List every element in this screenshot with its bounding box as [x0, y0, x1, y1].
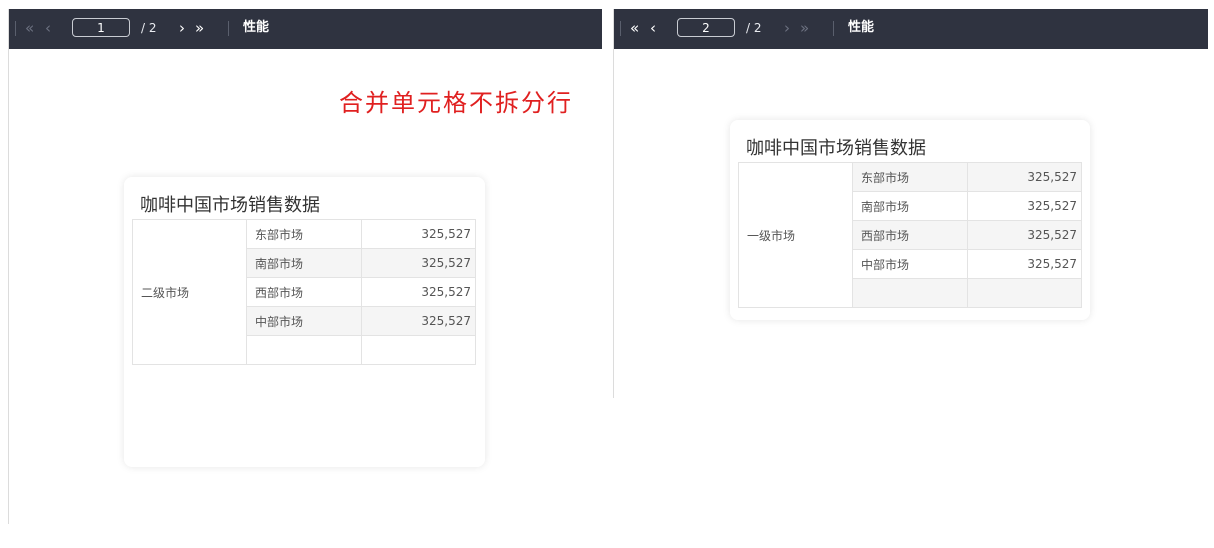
- value-cell: 325,527: [361, 277, 476, 307]
- merged-market-cell: 二级市场: [132, 219, 247, 365]
- value-cell: 325,527: [361, 248, 476, 278]
- toolbar-divider: [228, 21, 229, 36]
- last-page-icon[interactable]: »: [195, 18, 204, 38]
- first-page-icon[interactable]: «: [25, 18, 34, 38]
- page-number-input[interactable]: 2: [677, 18, 735, 37]
- region-cell: 中部市场: [246, 306, 362, 336]
- region-cell: 东部市场: [246, 219, 362, 249]
- page-total: / 2: [141, 21, 157, 35]
- next-page-icon[interactable]: ›: [784, 18, 790, 38]
- region-cell: 中部市场: [852, 249, 968, 279]
- region-cell: 南部市场: [852, 191, 968, 221]
- region-cell: 南部市场: [246, 248, 362, 278]
- prev-page-icon[interactable]: ‹: [650, 18, 656, 38]
- last-page-icon[interactable]: »: [800, 18, 809, 38]
- sales-table: 二级市场 东部市场 325,527 南部市场 325,527 西部市场 325,…: [132, 219, 476, 365]
- merged-cell-note: 合并单元格不拆分行: [339, 89, 573, 117]
- region-cell: 西部市场: [852, 220, 968, 250]
- merged-market-cell: 一级市场: [738, 162, 853, 308]
- value-cell: 325,527: [967, 191, 1082, 221]
- value-cell: [361, 335, 476, 365]
- value-cell: 325,527: [967, 249, 1082, 279]
- table-row: 二级市场 东部市场 325,527: [132, 219, 476, 365]
- sales-table: 一级市场 东部市场 325,527 南部市场 325,527 西部市场 325,…: [738, 162, 1082, 308]
- performance-button[interactable]: 性能: [848, 19, 874, 37]
- value-cell: 325,527: [361, 306, 476, 336]
- report-card: 咖啡中国市场销售数据 一级市场 东部市场 325,527 南部市场 325,52…: [730, 120, 1090, 320]
- pager-toolbar: « ‹ 2 / 2 › » 性能: [614, 9, 1208, 49]
- prev-page-icon[interactable]: ‹: [45, 18, 51, 38]
- table-row: 一级市场 东部市场 325,527: [738, 162, 1082, 308]
- toolbar-divider: [620, 21, 621, 36]
- region-cell: 西部市场: [246, 277, 362, 307]
- card-title: 咖啡中国市场销售数据: [140, 195, 320, 216]
- value-cell: [967, 278, 1082, 308]
- first-page-icon[interactable]: «: [630, 18, 639, 38]
- value-cell: 325,527: [967, 220, 1082, 250]
- region-cell: [246, 335, 362, 365]
- region-cell: 东部市场: [852, 162, 968, 192]
- toolbar-divider: [833, 21, 834, 36]
- page-panel-1: « ‹ 1 / 2 › » 性能 合并单元格不拆分行 咖啡中国市场销售数据 二级…: [8, 9, 602, 524]
- page-panel-2: « ‹ 2 / 2 › » 性能 咖啡中国市场销售数据 一级市场 东部市场 32…: [613, 9, 1208, 398]
- page-total: / 2: [746, 21, 762, 35]
- card-title: 咖啡中国市场销售数据: [746, 138, 926, 159]
- value-cell: 325,527: [361, 219, 476, 249]
- value-cell: 325,527: [967, 162, 1082, 192]
- next-page-icon[interactable]: ›: [179, 18, 185, 38]
- pager-toolbar: « ‹ 1 / 2 › » 性能: [9, 9, 602, 49]
- toolbar-divider: [15, 21, 16, 36]
- performance-button[interactable]: 性能: [243, 19, 269, 37]
- region-cell: [852, 278, 968, 308]
- report-card: 咖啡中国市场销售数据 二级市场 东部市场 325,527 南部市场 325,52…: [124, 177, 485, 467]
- page-number-input[interactable]: 1: [72, 18, 130, 37]
